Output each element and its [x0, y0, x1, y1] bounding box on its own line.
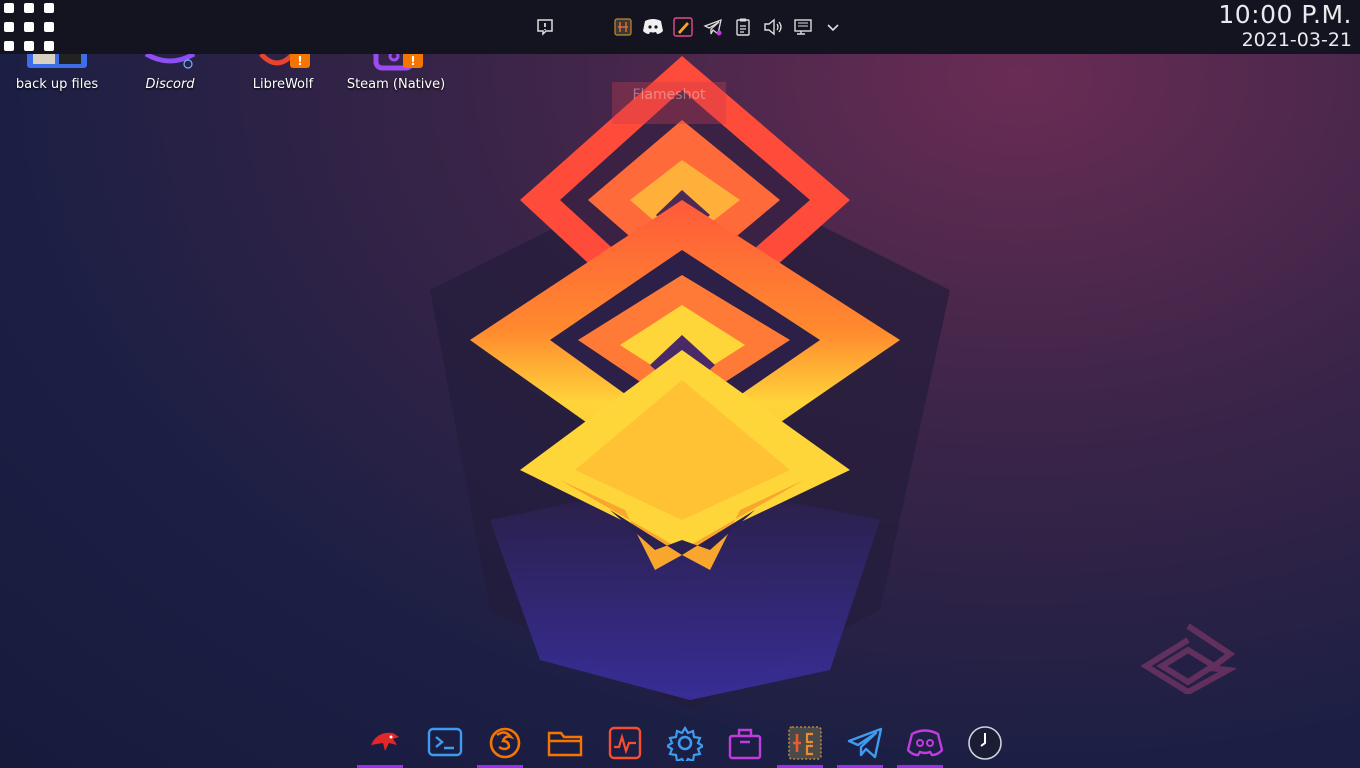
network-icon[interactable] [788, 12, 818, 42]
desktop-icon-label: Steam (Native) [346, 77, 446, 92]
store-icon [728, 728, 762, 760]
librewolf-icon: ! [228, 54, 338, 72]
dock-item-cpux[interactable] [775, 718, 835, 768]
telegram-icon [847, 727, 883, 759]
cpu-x-icon [788, 726, 822, 760]
system-tray [530, 12, 848, 42]
dock-item-store[interactable] [715, 718, 775, 768]
discord-icon [907, 729, 943, 757]
dock-item-sysmon[interactable] [595, 718, 655, 768]
desktop-icon-backup[interactable]: back up files [2, 54, 112, 92]
clock-icon [968, 726, 1002, 760]
telegram-icon[interactable] [698, 12, 728, 42]
dock-item-terminal[interactable] [415, 718, 475, 768]
clipboard-icon[interactable] [728, 12, 758, 42]
system-monitor-icon [608, 726, 642, 760]
expand-tray-icon[interactable] [818, 12, 848, 42]
discord-icon [115, 54, 225, 72]
cpu-monitor-icon[interactable] [608, 12, 638, 42]
steam-icon: ! [341, 54, 451, 72]
dock-item-eagle[interactable] [355, 718, 415, 768]
folder-backup-icon [2, 54, 112, 72]
settings-icon [667, 725, 703, 761]
dock [355, 718, 1015, 768]
clock-date: 2021-03-21 [1241, 29, 1352, 51]
desktop-icon-label: LibreWolf [252, 77, 314, 92]
desktop-icon-label: back up files [15, 77, 99, 92]
desktop-icon-label: Discord [145, 77, 195, 92]
clock-time: 10:00 P.M. [1218, 0, 1352, 29]
terminal-icon [427, 727, 463, 757]
desktop-icon-discord[interactable]: Discord [115, 54, 225, 92]
warning-badge: ! [403, 54, 423, 68]
dock-item-clock[interactable] [955, 718, 1015, 768]
flameshot-tooltip: Flameshot [612, 82, 726, 124]
digital-clock[interactable]: 10:00 P.M. 2021-03-21 [1218, 2, 1352, 50]
top-panel: 10:00 P.M. 2021-03-21 [0, 0, 1360, 54]
eagle-app-icon [371, 732, 399, 751]
dock-item-discord[interactable] [895, 718, 955, 768]
firefox-icon [489, 727, 521, 759]
wallpaper-artwork [430, 56, 950, 710]
discord-icon[interactable] [638, 12, 668, 42]
dock-item-files[interactable] [535, 718, 595, 768]
desktop-icon-librewolf[interactable]: ! LibreWolf [228, 54, 338, 92]
file-manager-icon [547, 731, 583, 757]
dock-item-firefox[interactable] [475, 718, 535, 768]
notification-icon[interactable] [530, 12, 560, 42]
grid-dot-icon [4, 3, 14, 13]
warning-badge: ! [290, 54, 310, 68]
volume-icon[interactable] [758, 12, 788, 42]
draw-icon[interactable] [668, 12, 698, 42]
dock-item-settings[interactable] [655, 718, 715, 768]
desktop-icon-steam[interactable]: ! Steam (Native) [341, 54, 451, 92]
dock-item-telegram[interactable] [835, 718, 895, 768]
app-launcher-button[interactable] [4, 3, 54, 51]
distro-logo-watermark [1140, 623, 1236, 694]
